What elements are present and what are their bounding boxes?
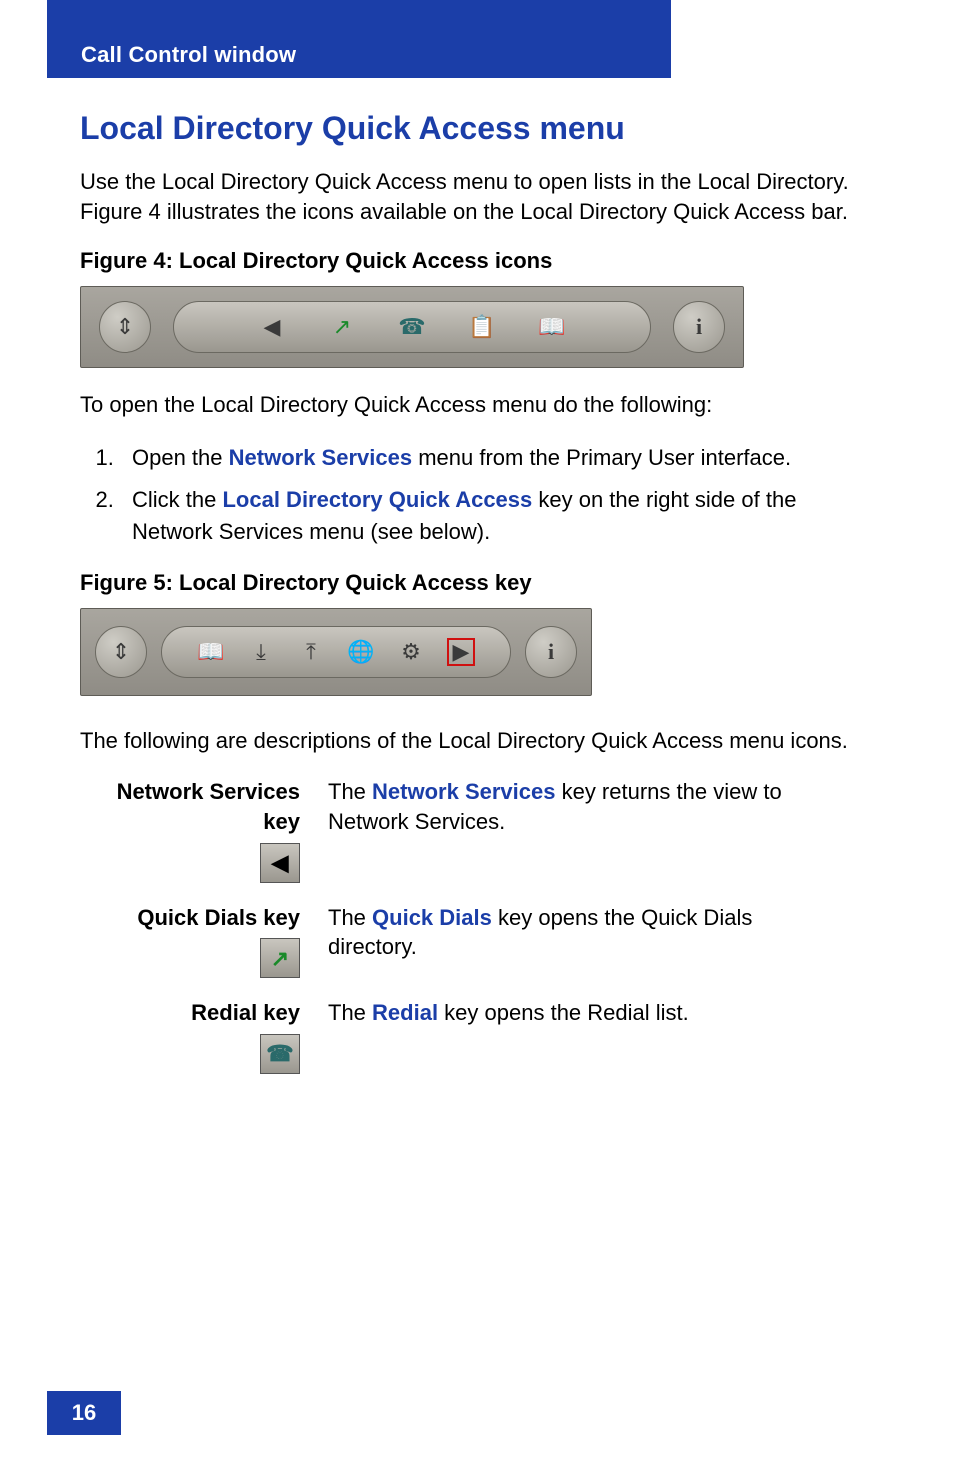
network-services-key-label: Network Services key (88, 777, 300, 836)
step-1: Open the Network Services menu from the … (120, 442, 880, 474)
book-icon[interactable]: 📖 (538, 313, 566, 341)
quickdials-icon[interactable]: ↗ (328, 313, 356, 341)
page: Call Control window Local Directory Quic… (0, 0, 954, 1475)
info-button[interactable]: i (673, 301, 725, 353)
callers-icon[interactable]: 📋 (468, 313, 496, 341)
quick-dials-link[interactable]: Quick Dials (372, 905, 492, 930)
network-services-key-desc: The Network Services key returns the vie… (320, 767, 840, 892)
updown-button[interactable]: ⇕ (99, 301, 151, 353)
step-2: Click the Local Directory Quick Access k… (120, 484, 880, 548)
local-directory-quick-access-link[interactable]: Local Directory Quick Access (222, 487, 532, 512)
info-button-2[interactable]: i (525, 626, 577, 678)
section-heading: Local Directory Quick Access menu (80, 110, 880, 147)
steps-intro: To open the Local Directory Quick Access… (80, 390, 880, 420)
node-icon[interactable]: ⚙ (397, 638, 425, 666)
header-bar: Call Control window (47, 0, 671, 78)
network-services-link[interactable]: Network Services (229, 445, 412, 470)
quick-dials-key-desc: The Quick Dials key opens the Quick Dial… (320, 893, 840, 989)
table-row: Quick Dials key ↗ The Quick Dials key op… (80, 893, 840, 989)
steps-list: Open the Network Services menu from the … (80, 442, 880, 548)
network-services-key-icon: ◀ (260, 843, 300, 883)
redial-key-icon: ☎ (260, 1034, 300, 1074)
back-icon[interactable]: ◀ (258, 313, 286, 341)
updown-icon: ⇕ (116, 314, 134, 340)
table-row: Redial key ☎ The Redial key opens the Re… (80, 988, 840, 1084)
table-row: Network Services key ◀ The Network Servi… (80, 767, 840, 892)
figure4-toolbar: ⇕ ◀ ↗ ☎ 📋 📖 i (80, 286, 744, 368)
header-title: Call Control window (81, 42, 296, 68)
icon-descriptions-table: Network Services key ◀ The Network Servi… (80, 767, 840, 1084)
updown-button-2[interactable]: ⇕ (95, 626, 147, 678)
info-icon: i (696, 314, 702, 340)
outbox-icon[interactable]: ⤒ (297, 638, 325, 666)
redial-key-label: Redial key (88, 998, 300, 1028)
quick-dials-key-label: Quick Dials key (88, 903, 300, 933)
network-services-link-2[interactable]: Network Services (372, 779, 555, 804)
inbox-icon[interactable]: ⤓ (247, 638, 275, 666)
network-services-pill: 📖 ⤓ ⤒ 🌐 ⚙ ▶ (161, 626, 511, 678)
book-icon[interactable]: 📖 (197, 638, 225, 666)
descriptions-intro: The following are descriptions of the Lo… (80, 726, 880, 756)
quick-dials-key-icon: ↗ (260, 938, 300, 978)
page-number: 16 (47, 1391, 121, 1435)
figure5-caption: Figure 5: Local Directory Quick Access k… (80, 570, 880, 596)
content: Local Directory Quick Access menu Use th… (80, 110, 880, 1084)
figure5-toolbar: ⇕ 📖 ⤓ ⤒ 🌐 ⚙ ▶ i (80, 608, 592, 696)
redial-key-desc: The Redial key opens the Redial list. (320, 988, 840, 1084)
quick-access-pill: ◀ ↗ ☎ 📋 📖 (173, 301, 651, 353)
updown-icon: ⇕ (112, 639, 130, 665)
quick-access-key-highlighted[interactable]: ▶ (447, 638, 475, 666)
figure4-caption: Figure 4: Local Directory Quick Access i… (80, 248, 880, 274)
redial-icon[interactable]: ☎ (398, 313, 426, 341)
globe-icon[interactable]: 🌐 (347, 638, 375, 666)
intro-paragraph: Use the Local Directory Quick Access men… (80, 167, 880, 226)
info-icon: i (548, 639, 554, 665)
redial-link[interactable]: Redial (372, 1000, 438, 1025)
